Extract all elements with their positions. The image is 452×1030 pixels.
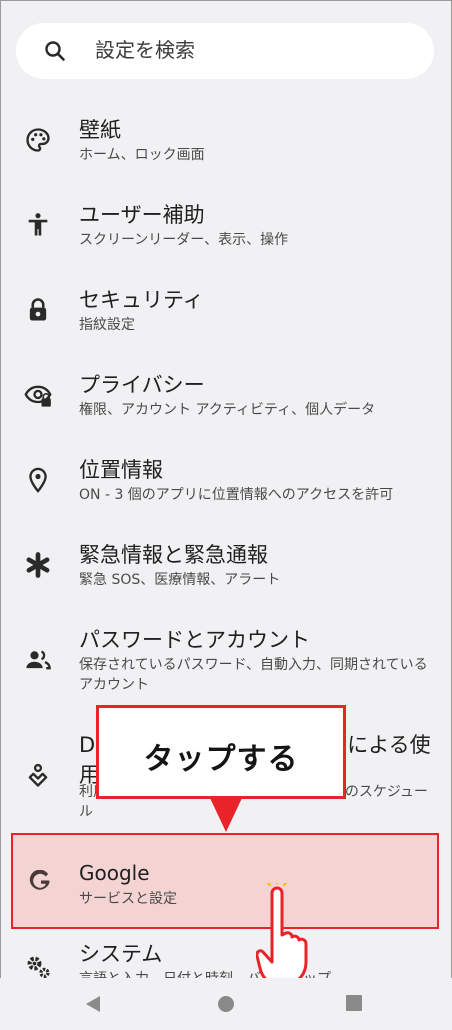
item-title: 位置情報 [79,458,163,482]
settings-item-system[interactable]: システム 言語と入力、日付と時刻、バックアップ [0,935,452,987]
callout-text: タップする [143,742,299,777]
item-subtitle: ホーム、ロック画面 [79,147,205,163]
navigation-bar [0,978,452,1030]
settings-item-accessibility[interactable]: ユーザー補助 スクリーンリーダー、表示、操作 [0,195,452,275]
settings-item-wallpaper[interactable]: 壁紙 ホーム、ロック画面 [0,110,452,190]
palette-icon [26,128,50,152]
location-pin-icon [29,467,47,493]
privacy-eye-icon [24,385,52,407]
item-subtitle: 指紋設定 [79,317,135,333]
item-subtitle: 権限、アカウント アクティビティ、個人データ [79,402,376,418]
recent-apps-icon[interactable] [345,994,363,1012]
item-subtitle: ON - 3 個のアプリに位置情報へのアクセスを許可 [79,487,394,503]
item-title: セキュリティ [79,288,204,312]
item-title: プライバシー [79,373,205,397]
item-title: Google [79,861,150,885]
asterisk-icon [26,552,50,578]
accounts-icon [26,650,51,670]
callout-arrow-icon [210,798,242,832]
settings-item-location[interactable]: 位置情報 ON - 3 個のアプリに位置情報へのアクセスを許可 [0,450,452,530]
item-subtitle: 緊急 SOS、医療情報、アラート [79,572,281,588]
system-gears-icon [27,956,50,978]
settings-item-emergency[interactable]: 緊急情報と緊急通報 緊急 SOS、医療情報、アラート [0,535,452,615]
item-subtitle: スクリーンリーダー、表示、操作 [79,232,289,248]
item-subtitle: サービスと設定 [79,891,177,907]
settings-item-google[interactable]: Google サービスと設定 [11,833,439,929]
settings-item-accounts[interactable]: パスワードとアカウント 保存されているパスワード、自動入力、同期されているアカウ… [0,620,452,700]
search-placeholder: 設定を検索 [95,38,195,62]
back-icon[interactable] [84,994,102,1014]
google-g-icon [29,870,50,890]
wellbeing-icon [28,763,48,787]
tap-callout-box: タップする [96,705,346,799]
search-bar[interactable]: 設定を検索 [16,23,434,79]
item-title: 緊急情報と緊急通報 [79,543,268,567]
item-title: 壁紙 [79,118,121,142]
accessibility-icon [28,213,48,236]
item-title: パスワードとアカウント [79,628,310,652]
item-title: システム [79,942,163,966]
lock-icon [29,298,47,321]
settings-item-privacy[interactable]: プライバシー 権限、アカウント アクティビティ、個人データ [0,365,452,445]
item-title: ユーザー補助 [79,203,205,227]
item-subtitle: 保存されているパスワード、自動入力、同期されているアカウント [79,657,428,693]
search-icon [45,41,65,61]
settings-item-security[interactable]: セキュリティ 指紋設定 [0,280,452,360]
tap-hand-icon [256,883,308,986]
home-icon[interactable] [216,994,236,1014]
